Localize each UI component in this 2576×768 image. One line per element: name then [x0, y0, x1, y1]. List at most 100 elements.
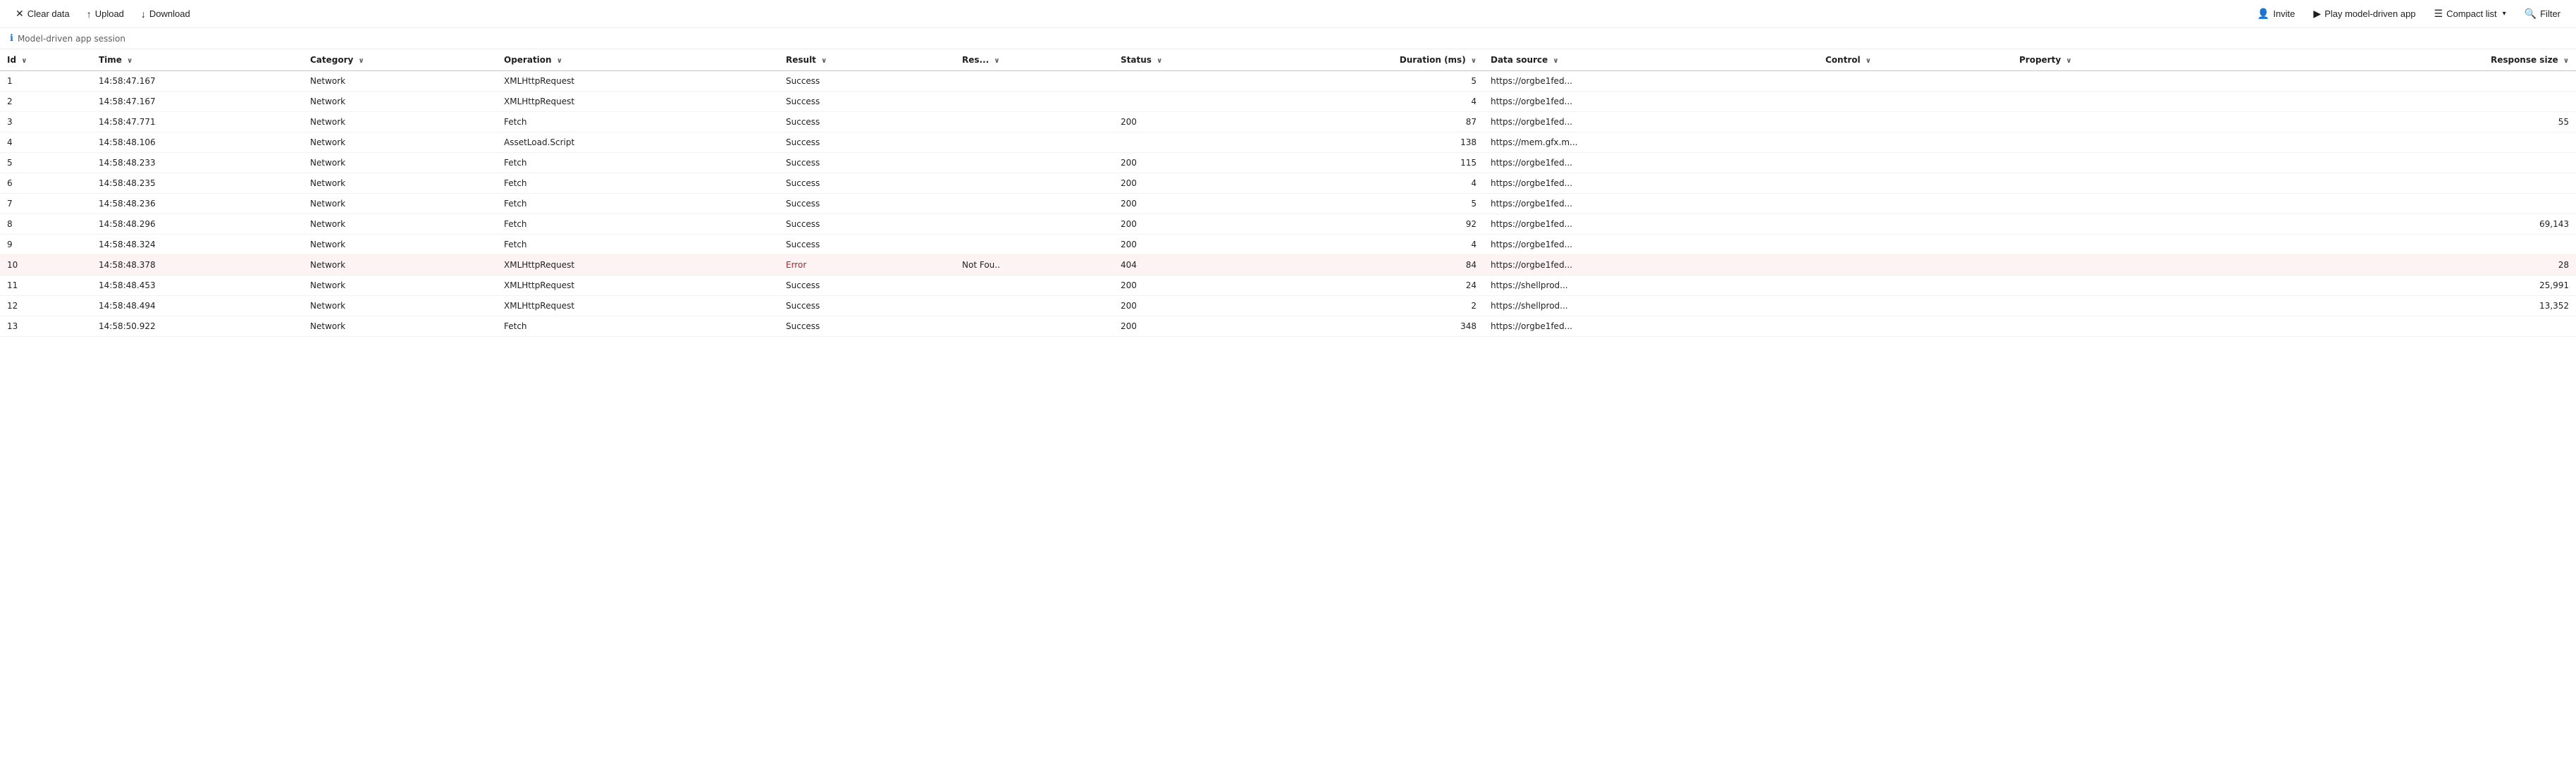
table-cell: https://orgbe1fed...	[1484, 173, 1818, 194]
clear-data-button[interactable]: ✕ Clear data	[8, 5, 77, 23]
table-row[interactable]: 714:58:48.236NetworkFetchSuccess2005http…	[0, 194, 2576, 214]
table-row[interactable]: 514:58:48.233NetworkFetchSuccess200115ht…	[0, 153, 2576, 173]
table-row[interactable]: 214:58:47.167NetworkXMLHttpRequestSucces…	[0, 92, 2576, 112]
table-cell: Network	[303, 132, 497, 153]
table-cell-id: 12	[0, 296, 92, 316]
table-cell: Fetch	[497, 316, 779, 337]
table-cell: XMLHttpRequest	[497, 92, 779, 112]
table-cell	[1818, 112, 2012, 132]
table-row[interactable]: 914:58:48.324NetworkFetchSuccess2004http…	[0, 235, 2576, 255]
table-cell: 55	[2347, 112, 2576, 132]
row-id-value: 11	[7, 280, 18, 290]
compact-list-button[interactable]: ☰ Compact list ▾	[2427, 5, 2513, 23]
col-header-datasource[interactable]: Data source ∨	[1484, 49, 1818, 71]
table-row[interactable]: 1114:58:48.453NetworkXMLHttpRequestSucce…	[0, 275, 2576, 296]
table-cell: https://shellprod...	[1484, 296, 1818, 316]
table-cell: Fetch	[497, 194, 779, 214]
table-cell: 200	[1114, 296, 1272, 316]
table-cell	[1818, 153, 2012, 173]
table-row[interactable]: 1014:58:48.378NetworkXMLHttpRequestError…	[0, 255, 2576, 275]
table-cell	[2347, 132, 2576, 153]
row-id-value: 6	[7, 178, 13, 188]
table-cell	[1818, 255, 2012, 275]
col-header-operation[interactable]: Operation ∨	[497, 49, 779, 71]
table-cell	[1114, 92, 1272, 112]
toolbar: ✕ Clear data ↑ Upload ↓ Download 👤 Invit…	[0, 0, 2576, 28]
table-cell: Network	[303, 173, 497, 194]
filter-label: Filter	[2540, 8, 2560, 19]
table-cell-id: 13	[0, 316, 92, 336]
table-row[interactable]: 414:58:48.106NetworkAssetLoad.ScriptSucc…	[0, 132, 2576, 153]
table-cell	[1818, 132, 2012, 153]
table-row[interactable]: 114:58:47.167NetworkXMLHttpRequestSucces…	[0, 71, 2576, 92]
table-row[interactable]: 814:58:48.296NetworkFetchSuccess20092htt…	[0, 214, 2576, 235]
table-cell	[2347, 92, 2576, 112]
table-cell: Not Fou..	[955, 255, 1114, 275]
table-cell: 14:58:48.324	[92, 235, 303, 255]
table-cell: Fetch	[497, 214, 779, 235]
sort-icon-resource: ∨	[994, 57, 999, 65]
download-button[interactable]: ↓ Download	[134, 6, 197, 23]
col-header-id[interactable]: Id ∨	[0, 49, 92, 71]
table-cell	[955, 275, 1114, 296]
table-cell: 5	[1272, 194, 1484, 214]
sort-icon-control: ∨	[1866, 57, 1871, 65]
col-header-control[interactable]: Control ∨	[1818, 49, 2012, 71]
col-header-resource[interactable]: Res... ∨	[955, 49, 1114, 71]
table-cell-id: 11	[0, 275, 92, 295]
table-row[interactable]: 614:58:48.235NetworkFetchSuccess2004http…	[0, 173, 2576, 194]
filter-icon: 🔍	[2525, 8, 2537, 20]
table-cell	[1818, 214, 2012, 235]
table-cell: Success	[779, 153, 955, 173]
table-cell: 2	[1272, 296, 1484, 316]
filter-button[interactable]: 🔍 Filter	[2518, 5, 2568, 23]
col-header-property[interactable]: Property ∨	[2012, 49, 2347, 71]
col-header-status[interactable]: Status ∨	[1114, 49, 1272, 71]
table-cell: Network	[303, 153, 497, 173]
table-cell	[1114, 132, 1272, 153]
table-cell	[955, 71, 1114, 92]
table-cell	[2012, 275, 2347, 296]
table-cell-id: 8	[0, 214, 92, 234]
table-cell-id: 6	[0, 173, 92, 193]
table-cell: 5	[1272, 71, 1484, 92]
table-cell	[2012, 153, 2347, 173]
table-cell-id: 7	[0, 194, 92, 213]
table-cell	[955, 194, 1114, 214]
row-id-value: 9	[7, 240, 13, 249]
table-cell: https://orgbe1fed...	[1484, 112, 1818, 132]
table-cell: XMLHttpRequest	[497, 255, 779, 275]
table-row[interactable]: 314:58:47.771NetworkFetchSuccess20087htt…	[0, 112, 2576, 132]
table-cell: 4	[1272, 92, 1484, 112]
upload-button[interactable]: ↑ Upload	[80, 6, 131, 23]
table-cell: Error	[779, 255, 955, 275]
table-cell: XMLHttpRequest	[497, 296, 779, 316]
table-cell: 14:58:50.922	[92, 316, 303, 337]
col-header-duration[interactable]: Duration (ms) ∨	[1272, 49, 1484, 71]
table-cell: Success	[779, 132, 955, 153]
table-cell-id: 9	[0, 235, 92, 254]
col-header-responsesize[interactable]: Response size ∨	[2347, 49, 2576, 71]
row-id-value: 3	[7, 117, 13, 127]
table-row[interactable]: 1214:58:48.494NetworkXMLHttpRequestSucce…	[0, 296, 2576, 316]
sort-icon-responsesize: ∨	[2563, 57, 2569, 65]
table-cell: 348	[1272, 316, 1484, 337]
table-cell: 200	[1114, 112, 1272, 132]
table-row[interactable]: 1314:58:50.922NetworkFetchSuccess200348h…	[0, 316, 2576, 337]
col-header-category[interactable]: Category ∨	[303, 49, 497, 71]
table-cell: 14:58:48.378	[92, 255, 303, 275]
play-model-button[interactable]: ▶ Play model-driven app	[2306, 5, 2422, 23]
table-cell: Success	[779, 112, 955, 132]
sort-icon-property: ∨	[2066, 57, 2071, 65]
row-id-value: 7	[7, 199, 13, 209]
col-header-result[interactable]: Result ∨	[779, 49, 955, 71]
table-cell: Success	[779, 173, 955, 194]
session-info-text: Model-driven app session	[18, 34, 125, 44]
table-cell: https://orgbe1fed...	[1484, 214, 1818, 235]
table-cell	[2012, 214, 2347, 235]
invite-button[interactable]: 👤 Invite	[2250, 5, 2303, 23]
table-cell	[955, 132, 1114, 153]
table-cell: Network	[303, 214, 497, 235]
row-id-value: 2	[7, 97, 13, 106]
col-header-time[interactable]: Time ∨	[92, 49, 303, 71]
